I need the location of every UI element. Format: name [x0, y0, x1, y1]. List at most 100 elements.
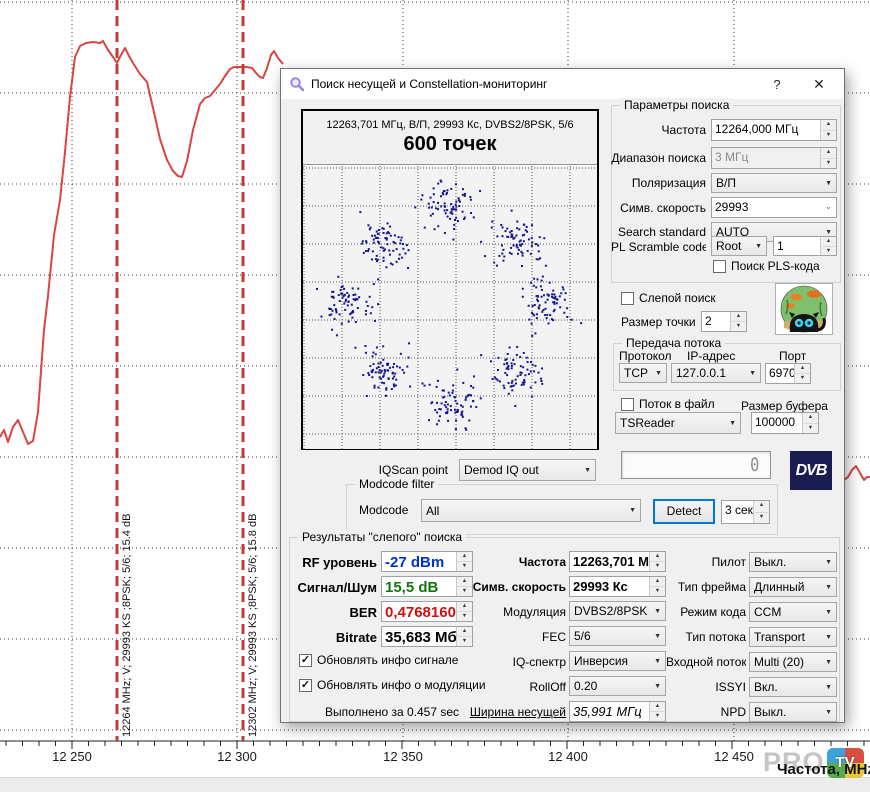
spinner-buttons[interactable]: ▲▼: [794, 364, 810, 383]
pl-scramble-code-input[interactable]: 1 ▲▼: [773, 236, 837, 256]
chevron-down-icon: ▼: [825, 180, 832, 187]
bitrate-label: Bitrate: [289, 630, 377, 645]
detect-interval-input[interactable]: 3 сек ▲▼: [721, 500, 770, 524]
modulation-label: Модуляция: [461, 605, 566, 619]
code-mode-label: Режим кода: [666, 605, 746, 619]
stream-to-file-checkbox[interactable]: Поток в файл: [621, 397, 715, 411]
close-button[interactable]: ✕: [804, 76, 834, 93]
protocol-select[interactable]: TCP ▼: [619, 363, 667, 383]
frame-type-select[interactable]: Длинный ▼: [749, 577, 837, 597]
chevron-down-icon: ▼: [825, 634, 832, 641]
spinner-buttons: ▲▼: [820, 148, 836, 168]
carrier-width-label[interactable]: Ширина несущей: [461, 705, 566, 719]
dvb-logo: DVB: [790, 451, 832, 490]
x-axis-title: Частота, MHz: [635, 761, 870, 778]
issyi-select[interactable]: Вкл. ▼: [749, 677, 837, 697]
code-mode-select[interactable]: CCM ▼: [749, 602, 837, 622]
x-tick-label: 12 300: [207, 749, 267, 764]
constellation-box: 12263,701 МГц, В/П, 29993 Кс, DVBS2/8PSK…: [301, 109, 599, 450]
npd-select[interactable]: Выкл. ▼: [749, 702, 837, 722]
modulation-select[interactable]: DVBS2/8PSK ▼: [569, 601, 666, 621]
chevron-down-icon: ▼: [584, 467, 591, 474]
chevron-down-icon: ▼: [655, 370, 662, 377]
detect-button[interactable]: Detect: [653, 499, 715, 524]
carrier-width-input[interactable]: 35,991 МГц ▲▼: [569, 701, 666, 722]
ber-input[interactable]: 0,4768160 ▲▼: [381, 601, 473, 622]
spinner-buttons[interactable]: ▲▼: [820, 237, 836, 255]
spinner-buttons[interactable]: ▲▼: [820, 120, 836, 140]
search-standard-label: Search standard: [611, 225, 706, 239]
chevron-down-icon: ▼: [825, 229, 832, 236]
spinner-buttons[interactable]: ▲▼: [753, 501, 769, 523]
chevron-down-icon: ▼: [825, 584, 832, 591]
spinner-buttons[interactable]: ▲▼: [649, 702, 665, 721]
update-modulation-checkbox[interactable]: ✓ Обновлять инфо о модуляции: [299, 678, 486, 692]
bitrate-input[interactable]: 35,683 Мбит/с ▲▼: [381, 626, 473, 647]
frequency-label: Частота: [611, 123, 706, 137]
magnifier-icon: [289, 76, 305, 92]
reader-select[interactable]: TSReader ▼: [615, 412, 741, 434]
stream-group-title: Передача потока: [622, 336, 725, 350]
input-stream-select[interactable]: Multi (20) ▼: [749, 652, 837, 672]
modcode-group-title: Modcode filter: [355, 477, 438, 491]
iqscan-label: IQScan point: [361, 463, 448, 477]
result-sr-label: Симв. скорость: [461, 580, 566, 594]
update-signal-checkbox[interactable]: ✓ Обновлять инфо сигнале: [299, 653, 458, 667]
checkbox-box[interactable]: [713, 260, 726, 273]
checkbox-box[interactable]: ✓: [299, 654, 312, 667]
symbol-rate-combo[interactable]: 29993 ⌄: [711, 197, 837, 218]
stream-type-label: Тип потока: [666, 630, 746, 644]
pls-search-checkbox[interactable]: Поиск PLS-кода: [713, 259, 820, 273]
result-freq-input[interactable]: 12263,701 МГц ▲▼: [569, 551, 666, 572]
checkbox-box[interactable]: [621, 398, 634, 411]
iq-spectrum-select[interactable]: Инверсия ▼: [569, 651, 666, 671]
polarization-label: Поляризация: [611, 176, 706, 190]
rf-level-input[interactable]: -27 dBm ▲▼: [381, 551, 473, 572]
dot-size-input[interactable]: 2 ▲▼: [701, 311, 747, 332]
dialog-title: Поиск несущей и Constellation-мониторинг: [311, 77, 547, 91]
help-button[interactable]: ?: [762, 77, 792, 92]
spinner-buttons[interactable]: ▲▼: [730, 312, 746, 331]
constellation-points-count: 600 точек: [303, 131, 597, 156]
modcode-select[interactable]: All ▼: [421, 499, 641, 522]
pl-scramble-mode-select[interactable]: Root ▼: [711, 236, 767, 256]
chevron-down-icon: ▼: [825, 559, 832, 566]
input-stream-label: Входной поток: [666, 655, 746, 669]
elapsed-time-text: Выполнено за 0.457 sec: [325, 705, 459, 719]
ip-select[interactable]: 127.0.0.1 ▼: [671, 363, 761, 383]
chevron-down-icon: ▼: [654, 683, 661, 690]
fec-select[interactable]: 5/6 ▼: [569, 626, 666, 646]
checkbox-box[interactable]: [621, 292, 634, 305]
ip-label: IP-адрес: [687, 349, 735, 363]
chevron-down-icon: ▼: [654, 608, 661, 615]
iqscan-select[interactable]: Demod IQ out ▼: [459, 459, 596, 481]
frame-type-label: Тип фрейма: [666, 580, 746, 594]
stream-type-select[interactable]: Transport ▼: [749, 627, 837, 647]
npd-label: NPD: [666, 705, 746, 719]
port-input[interactable]: 6970 ▲▼: [765, 363, 811, 384]
pilot-select[interactable]: Выкл. ▼: [749, 552, 837, 572]
buffer-size-input[interactable]: 100000 ▲▼: [751, 412, 819, 434]
buffer-size-label: Размер буфера: [741, 399, 828, 413]
x-tick-label: 12 250: [42, 749, 102, 764]
frequency-input[interactable]: 12264,000 МГц ▲▼: [711, 119, 837, 141]
x-tick-label: 12 350: [373, 749, 433, 764]
ber-label: BER: [289, 605, 377, 620]
pilot-label: Пилот: [666, 555, 746, 569]
snr-input[interactable]: 15,5 dB ▲▼: [381, 576, 473, 597]
polarization-select[interactable]: В/П ▼: [711, 173, 837, 193]
blind-search-checkbox[interactable]: Слепой поиск: [621, 291, 716, 305]
spinner-buttons[interactable]: ▲▼: [802, 413, 818, 433]
chevron-down-icon: ▼: [729, 420, 736, 427]
spinner-buttons[interactable]: ▲▼: [649, 552, 665, 571]
chevron-down-icon: ▼: [629, 507, 636, 514]
avatar-image: [775, 283, 833, 335]
result-sr-input[interactable]: 29993 Кс ▲▼: [569, 576, 666, 597]
spinner-buttons[interactable]: ▲▼: [649, 577, 665, 596]
title-bar[interactable]: Поиск несущей и Constellation-мониторинг…: [281, 69, 844, 99]
results-group-title: Результаты "слепого" поиска: [298, 530, 466, 544]
port-label: Порт: [779, 349, 806, 363]
rolloff-select[interactable]: 0.20 ▼: [569, 676, 666, 696]
chevron-down-icon[interactable]: ⌄: [821, 198, 836, 217]
checkbox-box[interactable]: ✓: [299, 679, 312, 692]
